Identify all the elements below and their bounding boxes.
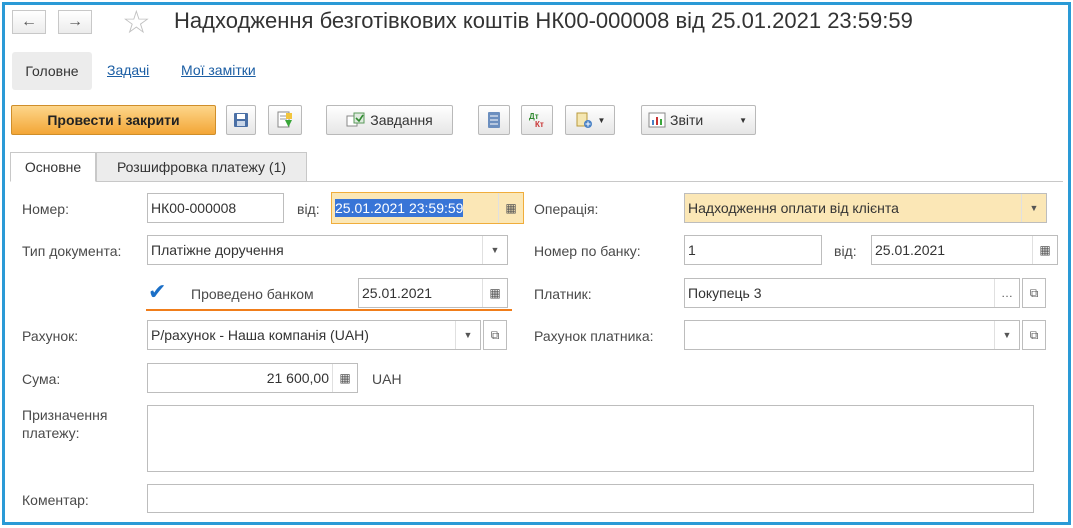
task-icon (346, 112, 365, 127)
operation-label: Операція: (534, 201, 599, 217)
payer-field[interactable]: Покупець 3 … (684, 278, 1020, 308)
menu-tasks[interactable]: Задачі (107, 62, 149, 78)
bank-date-value: 25.01.2021 (875, 242, 946, 258)
purpose-textarea[interactable] (147, 405, 1034, 472)
debit-credit-button[interactable]: Дт Кт (521, 105, 553, 135)
open-payer-account-button[interactable]: ⧉ (1022, 320, 1046, 350)
date-value: 25.01.2021 23:59:59 (335, 199, 464, 217)
reports-button[interactable]: Звіти ▼ (641, 105, 756, 135)
menu-notes[interactable]: Мої замітки (181, 62, 256, 78)
bank-date-from-label: від: (834, 243, 857, 259)
comment-label: Коментар: (22, 492, 89, 508)
favorite-star-icon[interactable]: ☆ (122, 4, 151, 40)
tab-main[interactable]: Основне (10, 152, 96, 182)
number-field[interactable]: НК00-000008 (147, 193, 284, 223)
back-button[interactable]: ← (12, 10, 46, 34)
forward-button[interactable]: → (58, 10, 92, 34)
svg-text:Кт: Кт (535, 120, 544, 129)
date-field[interactable]: 25.01.2021 23:59:59 ▦ (331, 192, 524, 224)
arrow-left-icon: ← (21, 13, 37, 30)
open-link-icon: ⧉ (490, 327, 500, 342)
list-icon (488, 112, 500, 128)
create-based-on-button[interactable]: ▼ (565, 105, 615, 135)
operation-value: Надходження оплати від клієнта (688, 200, 899, 216)
tab-payment-decoding[interactable]: Розшифровка платежу (1) (96, 152, 307, 182)
operation-select[interactable]: Надходження оплати від клієнта ▼ (684, 193, 1047, 223)
bank-number-field[interactable]: 1 (684, 235, 822, 265)
account-value: Р/рахунок - Наша компанія (UAH) (151, 327, 369, 343)
number-label: Номер: (22, 201, 69, 217)
payer-value: Покупець 3 (688, 285, 762, 301)
calendar-icon[interactable]: ▦ (482, 279, 507, 307)
comment-field[interactable] (147, 484, 1034, 513)
chevron-down-icon: ▼ (597, 115, 606, 125)
sum-value: 21 600,00 (266, 370, 329, 386)
open-payer-button[interactable]: ⧉ (1022, 278, 1046, 308)
open-link-icon: ⧉ (1029, 327, 1039, 342)
calculator-icon[interactable]: ▦ (332, 364, 357, 392)
bank-number-label: Номер по банку: (534, 243, 641, 259)
list-button[interactable] (478, 105, 510, 135)
payer-account-label: Рахунок платника: (534, 328, 654, 344)
calendar-icon[interactable]: ▦ (1032, 236, 1057, 264)
highlight-underline (146, 309, 512, 311)
purpose-label-line2: платежу: (22, 425, 80, 441)
purpose-label: Призначення платежу: (22, 406, 107, 442)
tab-divider (10, 181, 1063, 182)
open-link-icon: ⧉ (1029, 285, 1039, 300)
create-task-button[interactable]: Завдання (326, 105, 453, 135)
date-from-label: від: (297, 201, 320, 217)
post-document-button[interactable] (268, 105, 302, 135)
page-title: Надходження безготівкових коштів НК00-00… (174, 8, 913, 33)
payer-label: Платник: (534, 286, 592, 302)
chevron-down-icon[interactable]: ▼ (1021, 194, 1046, 222)
currency-label: UAH (372, 371, 402, 387)
floppy-disk-icon (234, 113, 248, 127)
debit-credit-icon: ДтКт (529, 112, 544, 129)
reports-label: Звіти (670, 112, 704, 128)
bank-posted-label: Проведено банком (191, 286, 314, 302)
ellipsis-icon[interactable]: … (994, 279, 1019, 307)
chevron-down-icon: ▼ (739, 115, 747, 125)
bank-date-field[interactable]: 25.01.2021 ▦ (871, 235, 1058, 265)
post-and-close-button[interactable]: Провести і закрити (11, 105, 216, 135)
doc-type-select[interactable]: Платіжне доручення ▼ (147, 235, 508, 265)
menu-main[interactable]: Головне (12, 52, 92, 90)
sum-field[interactable]: 21 600,00 ▦ (147, 363, 358, 393)
create-task-label: Завдання (370, 112, 433, 128)
report-chart-icon (648, 112, 666, 128)
bank-posted-checkbox[interactable]: ✔ (148, 281, 168, 303)
chevron-down-icon[interactable]: ▼ (994, 321, 1019, 349)
chevron-down-icon[interactable]: ▼ (455, 321, 480, 349)
bank-posted-date-field[interactable]: 25.01.2021 ▦ (358, 278, 508, 308)
sum-label: Сума: (22, 371, 61, 387)
save-button[interactable] (226, 105, 256, 135)
account-select[interactable]: Р/рахунок - Наша компанія (UAH) ▼ (147, 320, 481, 350)
payer-account-select[interactable]: ▼ (684, 320, 1020, 350)
document-create-icon (576, 112, 592, 128)
doc-type-value: Платіжне доручення (151, 242, 284, 258)
account-label: Рахунок: (22, 328, 79, 344)
post-document-icon (277, 111, 292, 128)
calendar-icon[interactable]: ▦ (498, 193, 523, 223)
bank-posted-date-value: 25.01.2021 (362, 285, 433, 301)
purpose-label-line1: Призначення (22, 407, 108, 423)
doc-type-label: Тип документа: (22, 243, 122, 259)
open-account-button[interactable]: ⧉ (483, 320, 507, 350)
chevron-down-icon[interactable]: ▼ (482, 236, 507, 264)
arrow-right-icon: → (67, 13, 83, 30)
